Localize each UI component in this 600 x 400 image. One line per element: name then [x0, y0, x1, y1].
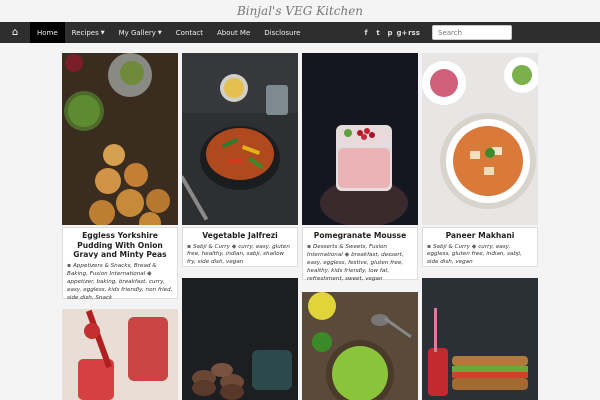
post-categories[interactable]: Sabji & Curry: [433, 244, 470, 250]
nav-disclosure[interactable]: Disclosure: [257, 22, 307, 43]
search-input[interactable]: [432, 25, 512, 40]
mousse-photo: [302, 53, 418, 225]
tag-icon: ◆: [147, 270, 152, 278]
post-title[interactable]: Vegetable Jalfrezi: [187, 231, 293, 241]
post-card-1: Eggless Yorkshire Pudding With Onion Gra…: [62, 227, 178, 301]
chutney-photo: [302, 292, 418, 400]
google-plus-icon[interactable]: g+: [396, 29, 408, 37]
post-categories[interactable]: Sabji & Curry: [193, 244, 230, 250]
post-image-paneer-makhani[interactable]: [422, 53, 538, 225]
yorkshire-pudding-photo: [62, 53, 178, 225]
nav-my-gallery[interactable]: My Gallery ▼: [112, 22, 169, 43]
post-tags[interactable]: appetizer, baking, breakfast, curry, eas…: [67, 279, 172, 301]
twitter-icon[interactable]: t: [372, 29, 384, 37]
post-meta: ▪ Appetizers & Snacks, Bread & Baking, F…: [67, 262, 173, 303]
pinterest-icon[interactable]: p: [384, 29, 396, 37]
post-image-vegetable-jalfrezi[interactable]: [182, 53, 298, 225]
nav-gallery-label: My Gallery: [118, 28, 156, 37]
post-title[interactable]: Eggless Yorkshire Pudding With Onion Gra…: [67, 231, 173, 260]
sandwich-photo: [422, 278, 538, 400]
social-links: f t p g+ rss: [360, 22, 420, 43]
post-image-pomegranate-mousse[interactable]: [302, 53, 418, 225]
jalfrezi-photo: [182, 53, 298, 225]
nav-recipes-label: Recipes: [71, 28, 99, 37]
cookies-photo: [182, 278, 298, 400]
facebook-icon[interactable]: f: [360, 29, 372, 37]
post-title[interactable]: Paneer Makhani: [427, 231, 533, 241]
post-title[interactable]: Pomegranate Mousse: [307, 231, 413, 241]
post-image-red-drink[interactable]: [62, 309, 178, 400]
chevron-down-icon: ▼: [157, 29, 162, 36]
post-image-sandwich[interactable]: [422, 278, 538, 400]
post-meta: ▪ Sabji & Curry ◆ curry, easy, gluten fr…: [187, 243, 293, 267]
nav-recipes[interactable]: Recipes ▼: [65, 22, 112, 43]
post-categories[interactable]: Appetizers & Snacks, Bread & Baking, Fus…: [67, 263, 157, 278]
post-image-green-chutney[interactable]: [302, 292, 418, 400]
nav-home[interactable]: Home: [30, 22, 65, 43]
nav-about-me[interactable]: About Me: [210, 22, 257, 43]
post-meta: ▪ Desserts & Sweets, Fusion Internationa…: [307, 243, 413, 284]
paneer-photo: [422, 53, 538, 225]
chevron-down-icon: ▼: [100, 29, 105, 36]
post-card-4: Paneer Makhani ▪ Sabji & Curry ◆ curry, …: [422, 227, 538, 267]
red-drink-photo: [62, 309, 178, 400]
post-card-3: Pomegranate Mousse ▪ Desserts & Sweets, …: [302, 227, 418, 282]
rss-icon[interactable]: rss: [408, 29, 420, 37]
site-logo[interactable]: Binjal's VEG Kitchen: [0, 0, 600, 22]
main-nav: ⌂ Home Recipes ▼ My Gallery ▼ Contact Abou…: [0, 22, 600, 43]
post-image-yorkshire-pudding[interactable]: [62, 53, 178, 225]
home-icon[interactable]: ⌂: [0, 22, 30, 43]
post-card-2: Vegetable Jalfrezi ▪ Sabji & Curry ◆ cur…: [182, 227, 298, 267]
post-meta: ▪ Sabji & Curry ◆ curry, easy, eggless, …: [427, 243, 533, 267]
post-image-chocolate-cookies[interactable]: [182, 278, 298, 400]
nav-contact[interactable]: Contact: [169, 22, 210, 43]
